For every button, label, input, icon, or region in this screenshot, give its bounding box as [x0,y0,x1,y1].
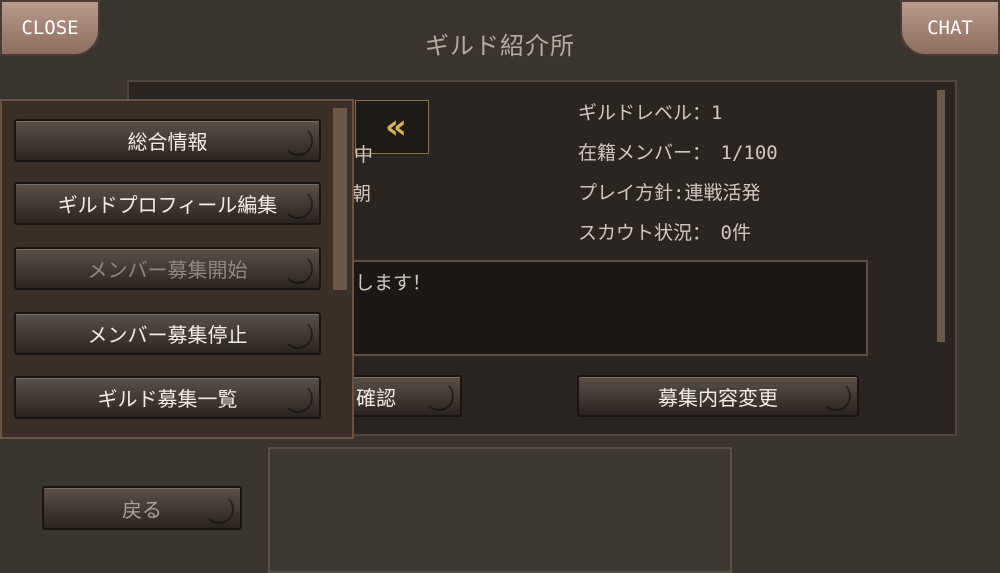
menu-item-label: メンバー募集停止 [87,323,248,347]
swirl-ornament-icon [283,383,313,413]
guild-policy: プレイ方針:連戦活発 [578,182,761,204]
menu-item-stop-recruit[interactable]: メンバー募集停止 [14,312,321,355]
menu-item-overview[interactable]: 総合情報 [14,119,321,162]
swirl-ornament-icon [283,189,313,219]
guild-message-text: します！ [355,272,432,294]
partial-text-2: 朝 [352,183,372,205]
menu-item-label: ギルド募集一覧 [97,387,238,411]
swirl-ornament-icon [283,254,313,284]
menu-item-label: メンバー募集開始 [87,258,248,282]
back-button[interactable]: 戻る [42,486,242,530]
bottom-panel [268,447,732,573]
page-title: ギルド紹介所 [425,32,575,60]
recruit-change-label: 募集内容変更 [658,385,778,410]
menu-scrollbar[interactable] [333,108,347,290]
confirm-button-label: 確認 [356,385,396,410]
swirl-ornament-icon [283,126,313,156]
guild-members: 在籍メンバー： 1/100 [578,142,778,164]
swirl-ornament-icon [204,494,234,524]
menu-item-label: ギルドプロフィール編集 [57,193,278,217]
chat-button[interactable]: CHAT [900,0,1000,56]
guild-level: ギルドレベル：1 [578,102,723,124]
back-button-label: 戻る [122,497,162,522]
scout-status: スカウト状況： 0件 [578,222,751,244]
close-button[interactable]: CLOSE [0,0,100,56]
menu-item-start-recruit[interactable]: メンバー募集開始 [14,247,321,290]
panel-scrollbar[interactable] [937,90,945,342]
menu-item-label: 総合情報 [127,130,208,154]
swirl-ornament-icon [283,319,313,349]
menu-item-recruit-list[interactable]: ギルド募集一覧 [14,376,321,419]
swirl-ornament-icon [821,381,851,411]
recruit-change-button[interactable]: 募集内容変更 [577,375,859,417]
swirl-ornament-icon [424,381,454,411]
partial-text-1: 中 [354,144,372,166]
menu-item-edit-profile[interactable]: ギルドプロフィール編集 [14,182,321,225]
